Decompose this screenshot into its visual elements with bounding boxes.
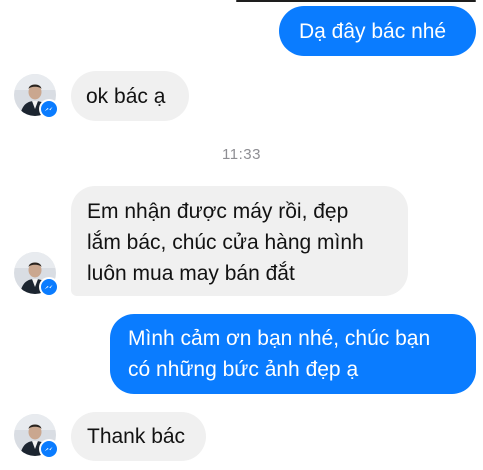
- message-text: có những bức ảnh đẹp ạ: [128, 358, 359, 381]
- received-message-bubble[interactable]: ok bác ạ: [71, 71, 189, 121]
- sent-message-bubble[interactable]: Dạ đây bác nhé: [279, 6, 476, 56]
- message-text: lắm bác, chúc cửa hàng mình: [87, 231, 364, 254]
- received-message-bubble[interactable]: Thank bác: [71, 412, 206, 461]
- message-text: Thank bác: [87, 425, 186, 448]
- received-message-bubble[interactable]: Em nhận được máy rồi, đẹp lắm bác, chúc …: [71, 186, 408, 296]
- messenger-icon: [39, 277, 59, 297]
- message-text: Mình cảm ơn bạn nhé, chúc bạn: [128, 327, 431, 350]
- message-text: luôn mua may bán đắt: [87, 262, 295, 285]
- previous-message-edge: [236, 0, 476, 2]
- messenger-icon: [39, 99, 59, 119]
- contact-avatar[interactable]: [14, 252, 59, 297]
- sent-message-bubble[interactable]: Mình cảm ơn bạn nhé, chúc bạn có những b…: [110, 314, 476, 394]
- messenger-icon: [39, 439, 59, 459]
- message-timestamp: 11:33: [222, 146, 261, 163]
- contact-avatar[interactable]: [14, 74, 59, 119]
- message-text: Em nhận được máy rồi, đẹp: [87, 200, 349, 223]
- message-text: ok bác ạ: [86, 85, 166, 108]
- contact-avatar[interactable]: [14, 414, 59, 459]
- message-text: Dạ đây bác nhé: [299, 20, 447, 43]
